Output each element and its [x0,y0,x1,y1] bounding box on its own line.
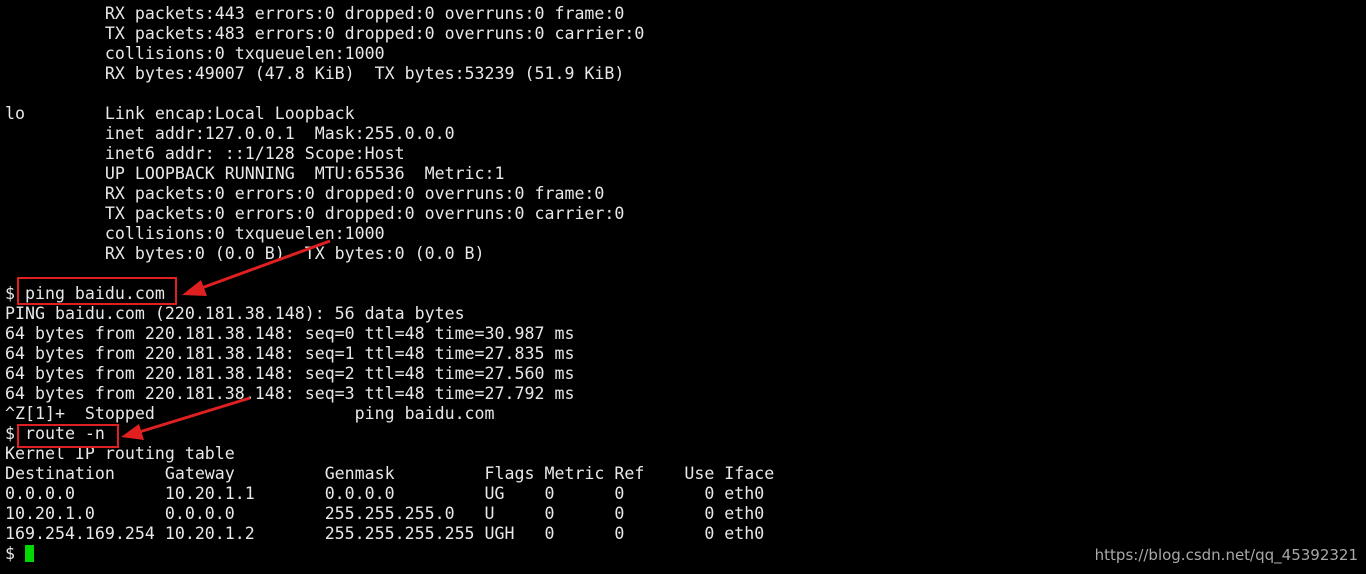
prompt-line[interactable]: $ [5,544,34,564]
prompt: $ [5,544,25,563]
terminal-line: RX packets:443 errors:0 dropped:0 overru… [5,4,625,23]
terminal-line: inet addr:127.0.0.1 Mask:255.0.0.0 [5,124,455,143]
terminal-line: 0.0.0.0 10.20.1.1 0.0.0.0 UG 0 0 0 eth0 [5,484,765,503]
terminal-line: ^Z[1]+ Stopped ping baidu.com [5,404,495,423]
terminal-line: collisions:0 txqueuelen:1000 [5,224,385,243]
terminal-line: collisions:0 txqueuelen:1000 [5,44,385,63]
terminal-window[interactable]: RX packets:443 errors:0 dropped:0 overru… [0,0,1366,574]
route-command-highlight [17,424,119,448]
terminal-line: 64 bytes from 220.181.38.148: seq=1 ttl=… [5,344,575,363]
terminal-line: 169.254.169.254 10.20.1.2 255.255.255.25… [5,524,765,543]
terminal-line: RX bytes:0 (0.0 B) TX bytes:0 (0.0 B) [5,244,485,263]
terminal-line: lo Link encap:Local Loopback [5,104,355,123]
terminal-line: RX packets:0 errors:0 dropped:0 overruns… [5,184,605,203]
cursor [24,545,34,562]
terminal-line: Destination Gateway Genmask Flags Metric… [5,464,775,483]
terminal-line: PING baidu.com (220.181.38.148): 56 data… [5,304,465,323]
terminal-line: 64 bytes from 220.181.38.148: seq=2 ttl=… [5,364,575,383]
terminal-line: TX packets:0 errors:0 dropped:0 overruns… [5,204,625,223]
terminal-line: TX packets:483 errors:0 dropped:0 overru… [5,24,645,43]
watermark: https://blog.csdn.net/qq_45392321 [1094,546,1358,564]
terminal-line: inet6 addr: ::1/128 Scope:Host [5,144,405,163]
terminal-line: RX bytes:49007 (47.8 KiB) TX bytes:53239… [5,64,625,83]
terminal-line: 64 bytes from 220.181.38.148: seq=0 ttl=… [5,324,575,343]
terminal-line: 10.20.1.0 0.0.0.0 255.255.255.0 U 0 0 0 … [5,504,765,523]
terminal-line: UP LOOPBACK RUNNING MTU:65536 Metric:1 [5,164,505,183]
terminal-line: 64 bytes from 220.181.38.148: seq=3 ttl=… [5,384,575,403]
ping-command-highlight [17,277,177,305]
